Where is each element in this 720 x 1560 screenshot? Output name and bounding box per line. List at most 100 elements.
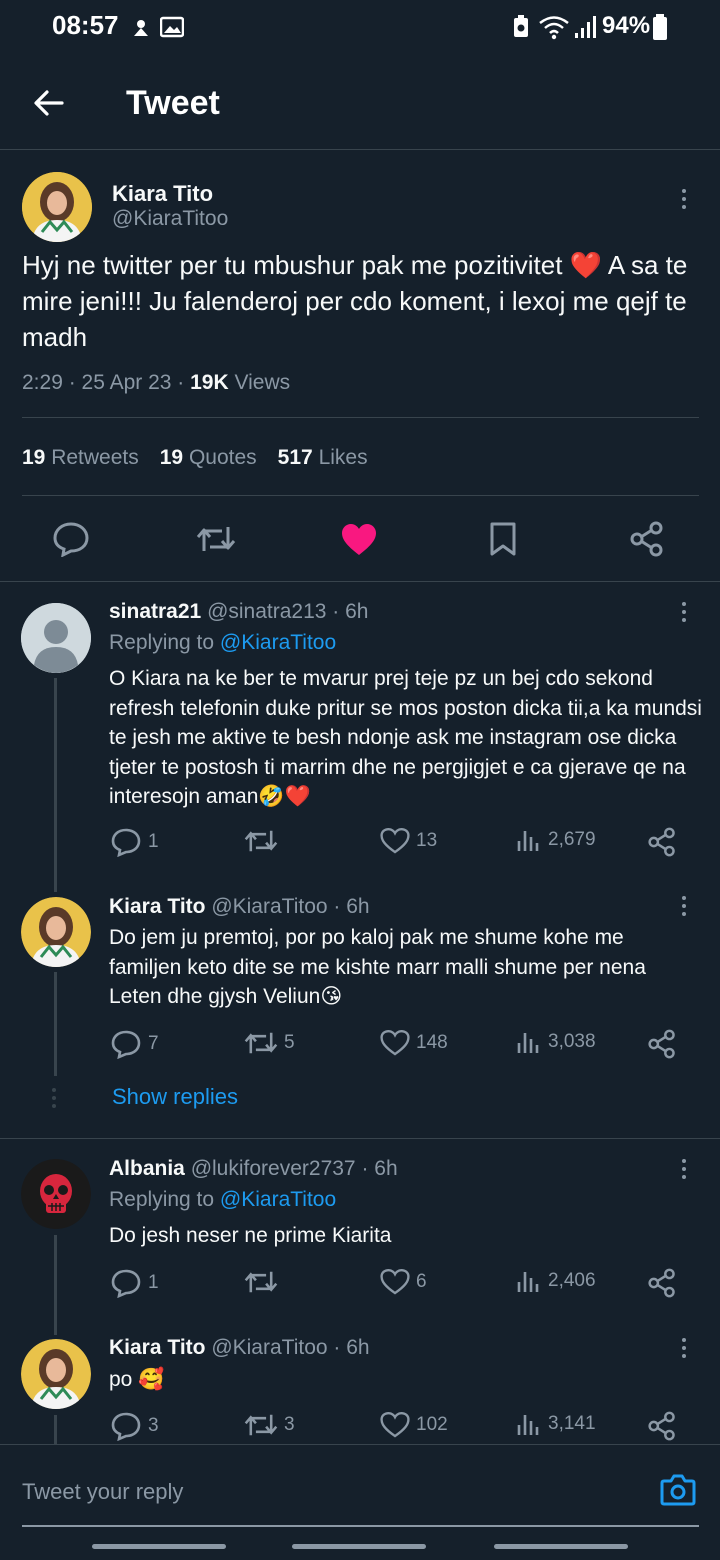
author-name[interactable]: Kiara Tito [112,181,213,207]
bookmark-icon[interactable] [488,521,518,557]
avatar[interactable] [22,172,92,242]
reply-item[interactable]: Albania @lukiforever2737 · 6h Replying t… [0,1139,720,1335]
reply-author-name[interactable]: Kiara Tito [109,1336,205,1359]
quotes-stat[interactable]: 19 Quotes [160,446,257,470]
reply-views-button[interactable]: 2,679 [516,827,596,853]
reply-author-handle[interactable]: @lukiforever2737 · 6h [191,1157,398,1180]
reply-actions: 1 6 2,406 [110,1268,680,1298]
reply-item[interactable]: sinatra21 @sinatra213 · 6h Replying to @… [0,582,720,892]
likes-stat[interactable]: 517 Likes [278,446,368,470]
views-icon [517,1033,539,1053]
reply-comment-button[interactable]: 1 [110,827,159,857]
page-title: Tweet [126,84,220,122]
reply-like-button[interactable]: 6 [380,1268,427,1296]
tweet-meta: 2:29 · 25 Apr 23 · 19K Views [22,371,290,395]
more-options-icon[interactable] [682,1159,688,1183]
more-options-icon[interactable] [682,602,688,626]
like-count: 6 [416,1271,427,1292]
nav-gesture-bar [494,1544,628,1549]
replying-to-link[interactable]: @KiaraTitoo [220,631,336,654]
author-handle[interactable]: @KiaraTitoo [112,207,228,231]
share-icon[interactable] [648,1029,676,1059]
retweet-icon [244,1271,278,1293]
share-icon[interactable] [648,1268,676,1298]
reply-author-handle[interactable]: @KiaraTitoo · 6h [211,1336,369,1359]
reply-item[interactable]: Kiara Tito @KiaraTitoo · 6h po 🥰 3 3 102… [0,1329,720,1444]
replying-to-label: Replying to [109,1188,220,1211]
avatar[interactable] [21,1339,91,1409]
reply-text: Do jem ju premtoj, por po kaloj pak me s… [109,926,646,1008]
app-header: Tweet [0,56,720,150]
divider [22,417,699,418]
reply-views-button[interactable]: 3,141 [516,1411,596,1437]
reply-like-button[interactable]: 13 [380,827,437,855]
retweet-icon [244,1414,278,1436]
tweet-text: Hyj ne twitter per tu mbushur pak me poz… [22,250,688,352]
back-arrow-icon[interactable] [32,86,66,120]
reply-retweet-button[interactable]: 3 [244,1411,295,1439]
wifi-icon [539,16,569,40]
reply-text: po 🥰 [109,1368,165,1391]
avatar[interactable] [21,897,91,967]
reply-author-handle[interactable]: @KiaraTitoo · 6h [211,895,369,918]
nav-gesture-bar [92,1544,226,1549]
retweet-count: 5 [284,1032,295,1053]
reply-author-name[interactable]: Kiara Tito [109,895,205,918]
share-icon[interactable] [648,827,676,857]
replying-to-link[interactable]: @KiaraTitoo [220,1188,336,1211]
views-count: 2,406 [548,1270,596,1291]
avatar-skull[interactable] [21,1159,91,1229]
reply-like-button[interactable]: 102 [380,1411,448,1439]
status-bar: 08:57 94% [0,0,720,56]
retweet-icon [244,830,278,852]
reply-comment-button[interactable]: 7 [110,1029,159,1059]
reply-icon [111,828,141,857]
share-icon[interactable] [630,521,664,557]
views-count: 3,038 [548,1031,596,1052]
reply-input[interactable]: Tweet your reply [22,1479,183,1505]
reply-author-name[interactable]: Albania [109,1157,185,1180]
reply-author-handle[interactable]: @sinatra213 · 6h [207,600,368,623]
reply-like-button[interactable]: 148 [380,1029,448,1057]
camera-icon[interactable] [660,1473,696,1507]
retweet-icon [244,1032,278,1054]
reply-comment-button[interactable]: 3 [110,1411,159,1441]
tweet-stats: 19 Retweets 19 Quotes 517 Likes [22,446,368,470]
reply-views-button[interactable]: 3,038 [516,1029,596,1055]
more-options-icon[interactable] [682,189,688,213]
retweets-label: Retweets [51,446,139,469]
views-icon [517,1272,539,1292]
like-icon-filled[interactable] [340,523,378,557]
comment-count: 7 [148,1033,159,1054]
like-count: 13 [416,830,438,851]
share-icon[interactable] [648,1411,676,1441]
reply-item[interactable]: Kiara Tito @KiaraTitoo · 6h Do jem ju pr… [0,882,720,1138]
views-count: 19K [190,371,229,394]
reply-retweet-button[interactable]: 5 [244,1029,295,1057]
retweet-icon[interactable] [196,523,236,555]
notification-icon [134,20,148,36]
reply-composer: Tweet your reply [0,1444,720,1560]
reply-retweet-button[interactable] [244,827,284,855]
reply-retweet-button[interactable] [244,1268,284,1296]
reply-views-button[interactable]: 2,406 [516,1268,596,1294]
tweet-time[interactable]: 2:29 · 25 Apr 23 · [22,371,190,394]
input-underline [22,1525,699,1527]
like-count: 148 [416,1032,448,1053]
views-icon [517,831,539,851]
avatar-default[interactable] [21,603,91,673]
show-replies-link[interactable]: Show replies [112,1084,238,1110]
main-tweet: Kiara Tito @KiaraTitoo Hyj ne twitter pe… [0,151,720,582]
reply-actions: 3 3 102 3,141 [110,1411,680,1441]
more-options-icon[interactable] [682,896,688,920]
quotes-count: 19 [159,446,184,469]
more-options-icon[interactable] [682,1338,688,1362]
reply-icon[interactable] [52,521,90,557]
reply-author-name[interactable]: sinatra21 [109,600,201,623]
views-icon [517,1415,539,1435]
reply-icon [111,1412,141,1441]
retweets-stat[interactable]: 19 Retweets [22,446,139,470]
likes-label: Likes [318,446,368,469]
reply-comment-button[interactable]: 1 [110,1268,159,1298]
thread-line [54,1415,57,1444]
